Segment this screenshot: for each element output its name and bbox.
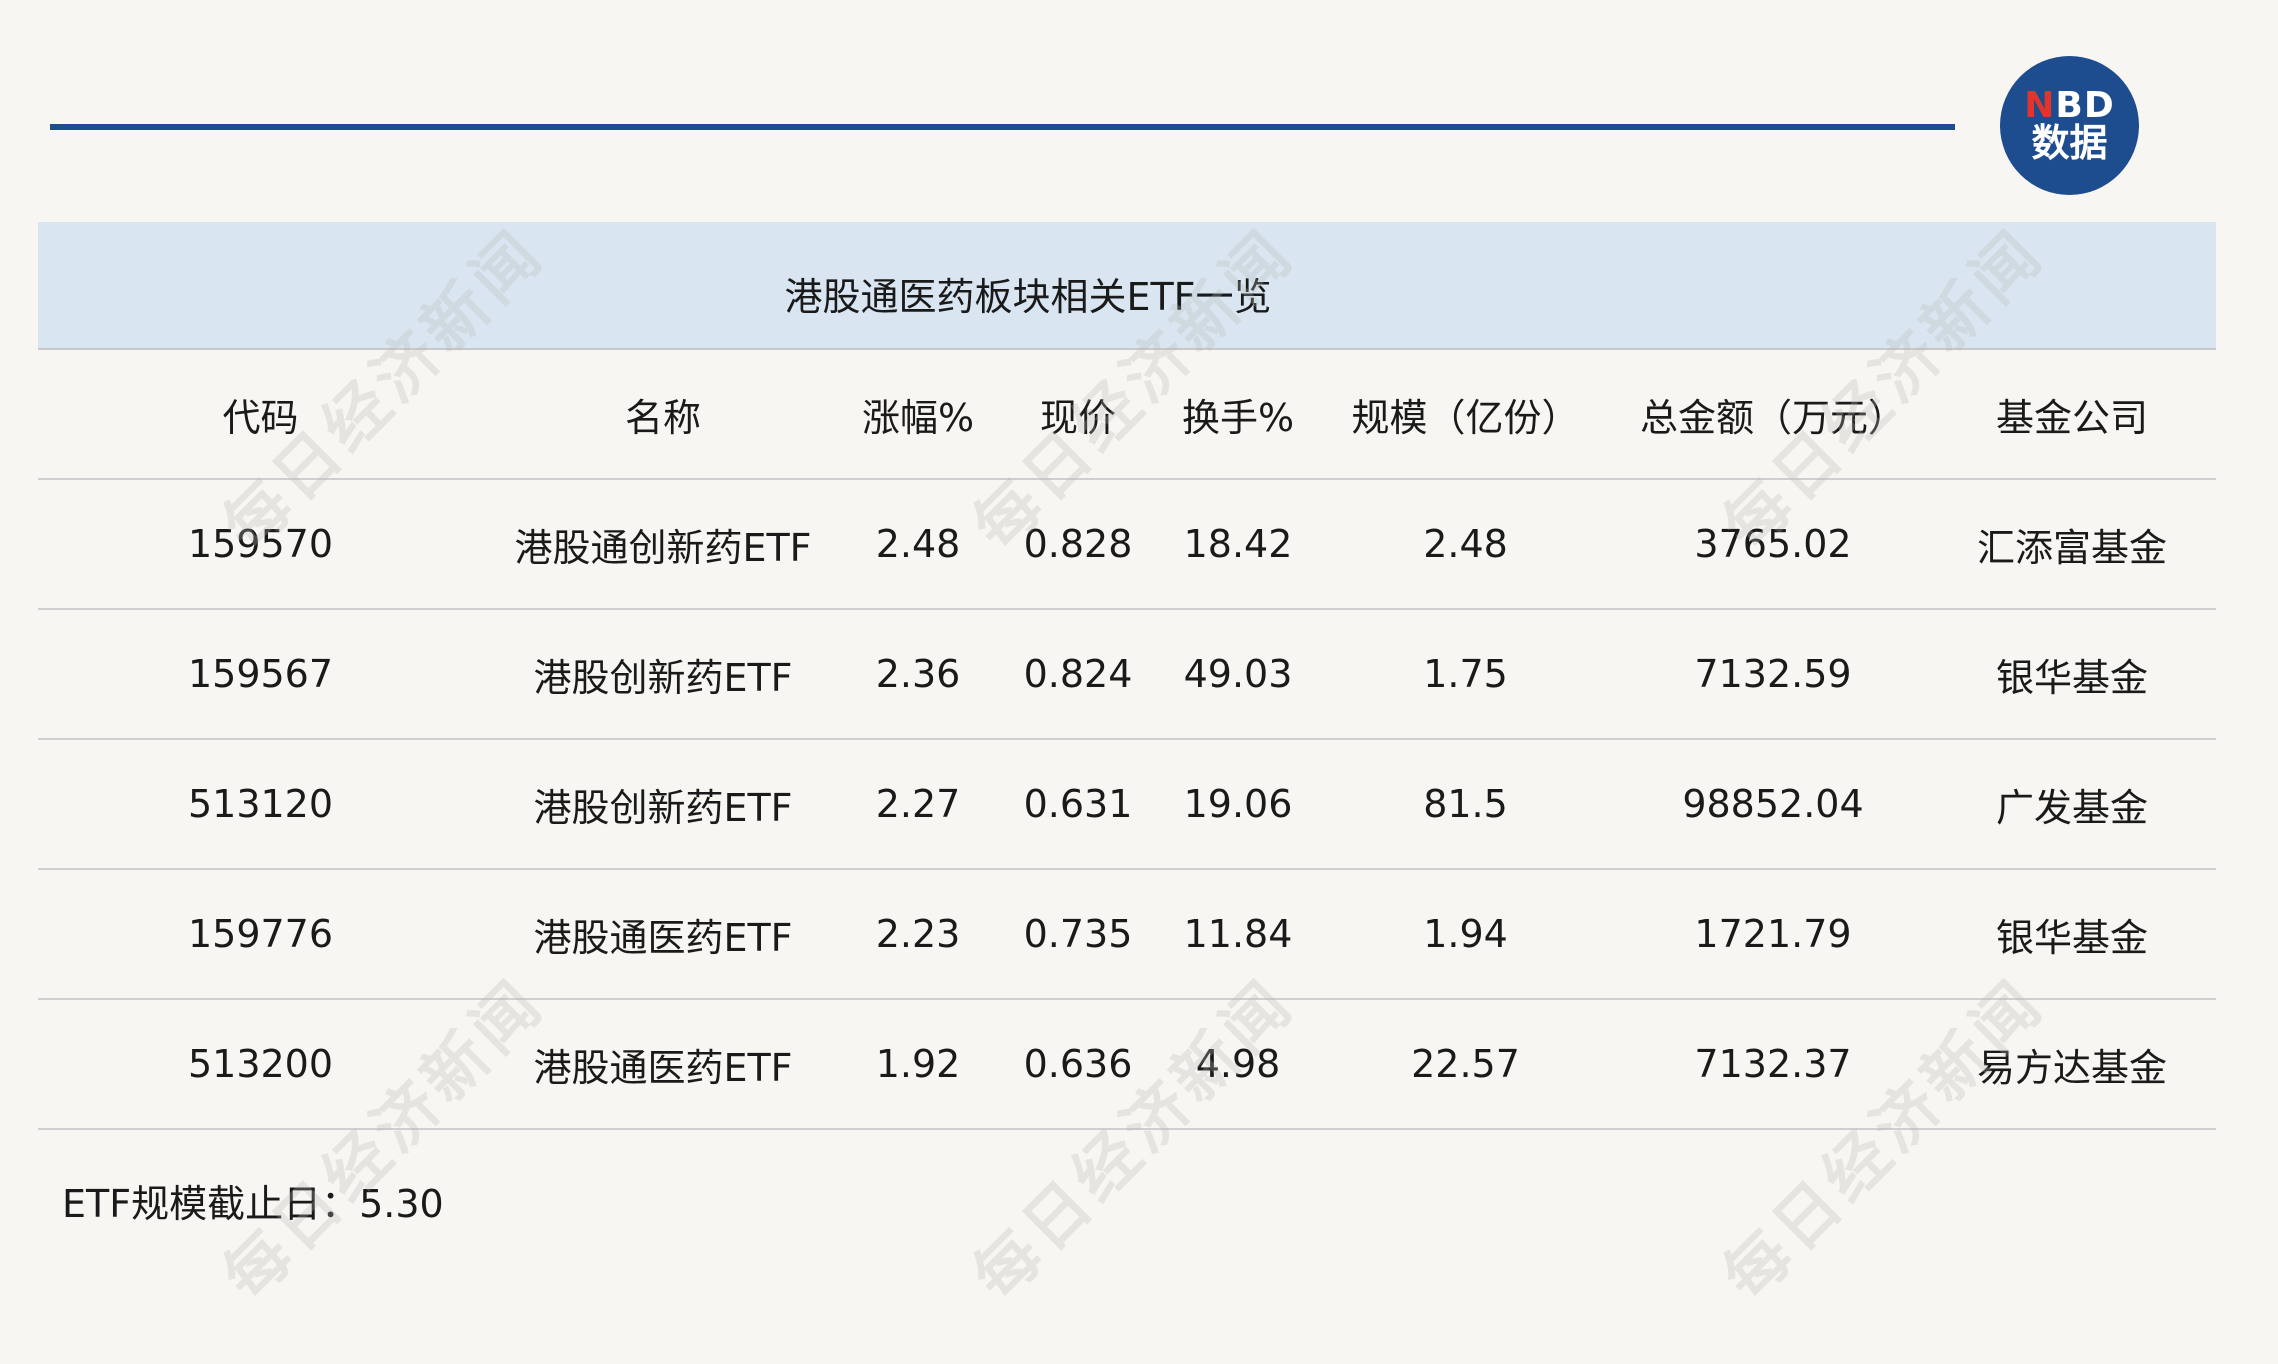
cell-turnover: 4.98: [1163, 999, 1313, 1130]
cell-price: 0.828: [993, 479, 1163, 610]
col-header-price: 现价: [993, 350, 1163, 480]
table-row: 513200 港股通医药ETF 1.92 0.636 4.98 22.57 71…: [38, 999, 2216, 1130]
cell-code: 159567: [38, 609, 483, 740]
cell-code: 513200: [38, 999, 483, 1130]
cell-scale: 81.5: [1313, 739, 1618, 870]
col-header-amount: 总金额（万元）: [1618, 350, 1928, 480]
col-header-change: 涨幅%: [843, 350, 993, 480]
logo-text-data: 数据: [2031, 121, 2108, 166]
cell-amount: 7132.59: [1618, 609, 1928, 740]
nbd-logo: NBD 数据: [2000, 56, 2139, 195]
cell-change: 2.23: [843, 869, 993, 1000]
col-header-code: 代码: [38, 350, 483, 480]
cell-price: 0.824: [993, 609, 1163, 740]
cell-price: 0.636: [993, 999, 1163, 1130]
etf-table: 代码 名称 涨幅% 现价 换手% 规模（亿份） 总金额（万元） 基金公司 159…: [38, 350, 2216, 1130]
col-header-company: 基金公司: [1928, 350, 2216, 480]
cell-amount: 7132.37: [1618, 999, 1928, 1130]
cell-company: 广发基金: [1928, 739, 2216, 870]
cell-code: 159570: [38, 479, 483, 610]
cell-change: 2.48: [843, 479, 993, 610]
cell-price: 0.631: [993, 739, 1163, 870]
cell-price: 0.735: [993, 869, 1163, 1000]
cell-code: 159776: [38, 869, 483, 1000]
cell-amount: 1721.79: [1618, 869, 1928, 1000]
table-row: 159570 港股通创新药ETF 2.48 0.828 18.42 2.48 3…: [38, 479, 2216, 610]
cell-scale: 1.75: [1313, 609, 1618, 740]
col-header-name: 名称: [483, 350, 843, 480]
cell-scale: 22.57: [1313, 999, 1618, 1130]
cell-amount: 3765.02: [1618, 479, 1928, 610]
table-row: 159776 港股通医药ETF 2.23 0.735 11.84 1.94 17…: [38, 869, 2216, 1000]
cell-turnover: 18.42: [1163, 479, 1313, 610]
col-header-turnover: 换手%: [1163, 350, 1313, 480]
table-row: 159567 港股创新药ETF 2.36 0.824 49.03 1.75 71…: [38, 609, 2216, 740]
cell-amount: 98852.04: [1618, 739, 1928, 870]
cell-change: 1.92: [843, 999, 993, 1130]
cell-company: 银华基金: [1928, 869, 2216, 1000]
logo-letter-n: N: [2024, 84, 2056, 126]
cell-turnover: 11.84: [1163, 869, 1313, 1000]
cell-company: 易方达基金: [1928, 999, 2216, 1130]
cell-name: 港股创新药ETF: [483, 739, 843, 870]
cell-name: 港股通医药ETF: [483, 869, 843, 1000]
cell-company: 银华基金: [1928, 609, 2216, 740]
cell-turnover: 19.06: [1163, 739, 1313, 870]
cell-change: 2.36: [843, 609, 993, 740]
table-row: 513120 港股创新药ETF 2.27 0.631 19.06 81.5 98…: [38, 739, 2216, 870]
cell-turnover: 49.03: [1163, 609, 1313, 740]
table-header-row: 代码 名称 涨幅% 现价 换手% 规模（亿份） 总金额（万元） 基金公司: [38, 350, 2216, 480]
cell-code: 513120: [38, 739, 483, 870]
cell-name: 港股通创新药ETF: [483, 479, 843, 610]
cell-scale: 1.94: [1313, 869, 1618, 1000]
cell-name: 港股通医药ETF: [483, 999, 843, 1130]
header-rule: [50, 124, 1955, 130]
table-title: 港股通医药板块相关ETF一览: [784, 275, 1272, 319]
table-title-band: 港股通医药板块相关ETF一览: [38, 222, 2216, 350]
logo-letters-bd: BD: [2055, 84, 2115, 126]
cell-scale: 2.48: [1313, 479, 1618, 610]
scale-date-footnote: ETF规模截止日：5.30: [62, 1182, 444, 1226]
cell-company: 汇添富基金: [1928, 479, 2216, 610]
cell-name: 港股创新药ETF: [483, 609, 843, 740]
cell-change: 2.27: [843, 739, 993, 870]
col-header-scale: 规模（亿份）: [1313, 350, 1618, 480]
